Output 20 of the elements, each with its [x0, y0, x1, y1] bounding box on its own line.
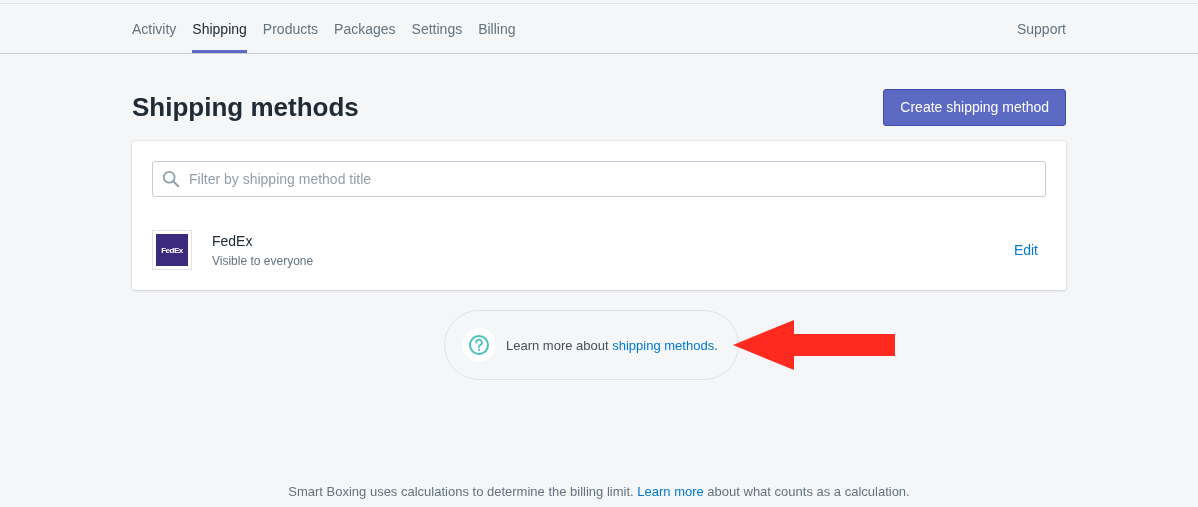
method-name: FedEx: [212, 232, 254, 249]
nav-tab[interactable]: Products: [262, 4, 319, 53]
carrier-logo: FedEx: [152, 230, 192, 270]
nav-tab[interactable]: Billing: [478, 4, 516, 53]
nav-tab[interactable]: Settings: [411, 4, 463, 53]
billing-note: Smart Boxing uses calculations to determine the billing limit. Learn more about what counts as a calculation.: [287, 484, 911, 499]
support-link[interactable]: Support: [1016, 4, 1066, 53]
method-visibility: Visible to everyone: [212, 253, 314, 268]
page-title: Shipping methods: [132, 91, 359, 123]
arrow-icon: [732, 320, 895, 370]
nav-tab[interactable]: Activity: [132, 4, 177, 53]
help-icon: [462, 328, 496, 362]
help-text: Learn more about shipping methods.: [506, 337, 718, 353]
nav-tab[interactable]: Shipping: [192, 4, 247, 53]
search-icon: [162, 170, 180, 188]
learn-more-link[interactable]: Learn more: [637, 484, 704, 499]
create-shipping-method-button[interactable]: Create shipping method: [883, 88, 1066, 126]
edit-link[interactable]: Edit: [1013, 242, 1038, 258]
nav-tab[interactable]: Packages: [334, 4, 396, 53]
search-field[interactable]: Filter by shipping method title: [152, 161, 1046, 197]
